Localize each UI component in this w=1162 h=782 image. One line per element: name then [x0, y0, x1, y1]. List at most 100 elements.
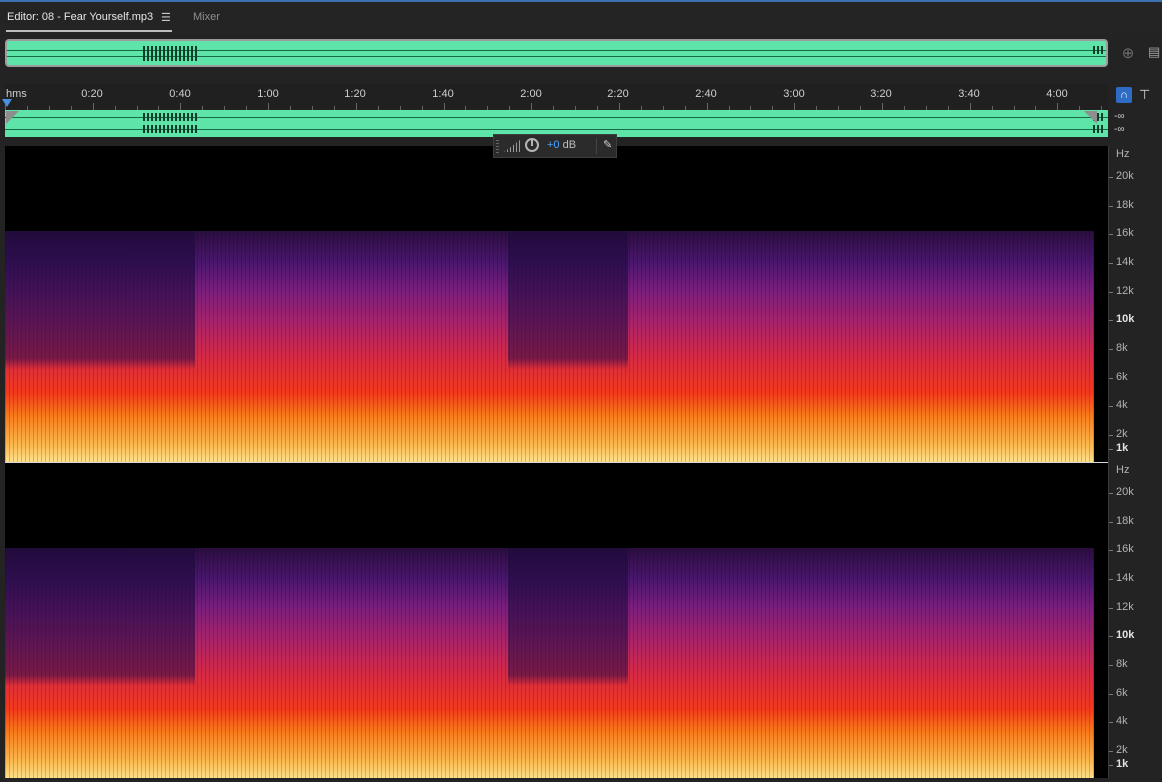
pin-icon[interactable]: ✎	[603, 138, 612, 151]
freq-tick	[1109, 765, 1113, 766]
track-wave-burst	[143, 125, 199, 133]
hamburger-menu-icon[interactable]: ☰	[161, 11, 171, 24]
freq-tick	[1109, 206, 1113, 207]
time-ruler[interactable]: hms 0:20 0:40 1:00 1:20 1:40 2:00 2:20 2…	[5, 84, 1108, 110]
magnet-snap-icon[interactable]: ∩	[1116, 87, 1132, 103]
freq-label: 10k	[1116, 313, 1135, 325]
zoom-crosshair-icon[interactable]: ⊕	[1118, 44, 1138, 62]
ruler-label: 0:20	[81, 88, 103, 100]
freq-tick	[1109, 320, 1113, 321]
freq-tick	[1109, 550, 1113, 551]
hud-volume-value: +0	[547, 139, 560, 151]
spectrogram-channel-1[interactable]	[5, 146, 1108, 462]
freq-tick	[1109, 177, 1113, 178]
freq-label: 6k	[1116, 371, 1128, 383]
freq-label: 14k	[1116, 256, 1134, 268]
track-wave-burst	[1093, 125, 1103, 133]
spectrogram-channel-2[interactable]	[5, 463, 1108, 778]
ruler-tick	[355, 103, 357, 110]
freq-unit-label: Hz	[1116, 148, 1130, 160]
ruler-label: 1:00	[257, 88, 279, 100]
freq-label: 2k	[1116, 744, 1128, 756]
spectrogram-quiet-region	[508, 548, 628, 778]
ruler-tick	[969, 103, 971, 110]
fade-in-handle[interactable]	[6, 111, 19, 124]
ruler-tick	[794, 103, 796, 110]
freq-label: 14k	[1116, 572, 1134, 584]
level-bars-icon	[504, 140, 520, 152]
ruler-label: 1:40	[432, 88, 454, 100]
level-meter-top: -∞	[1114, 111, 1125, 122]
volume-hud[interactable]: +0 dB ✎	[493, 134, 617, 158]
freq-label: 20k	[1116, 486, 1134, 498]
freq-tick	[1109, 665, 1113, 666]
ruler-label: 0:40	[169, 88, 191, 100]
freq-tick	[1109, 234, 1113, 235]
ruler-tick	[443, 103, 445, 110]
ruler-tick	[92, 103, 94, 110]
freq-label: 16k	[1116, 227, 1134, 239]
ruler-tick	[531, 103, 533, 110]
ruler-label: 1:20	[344, 88, 366, 100]
fade-out-handle[interactable]	[1084, 111, 1097, 124]
ruler-label: 4:00	[1046, 88, 1068, 100]
tab-mixer[interactable]: Mixer	[193, 11, 220, 23]
freq-label: 16k	[1116, 543, 1134, 555]
ruler-label: 3:00	[783, 88, 805, 100]
freq-label: 8k	[1116, 342, 1128, 354]
freq-tick	[1109, 522, 1113, 523]
hud-volume-unit: dB	[562, 139, 577, 151]
spectrogram-quiet-region	[5, 548, 195, 778]
tab-bar: Editor: 08 - Fear Yourself.mp3 ☰ Mixer	[0, 0, 1162, 34]
ruler-tick	[706, 103, 708, 110]
freq-label: 20k	[1116, 170, 1134, 182]
hud-volume-readout[interactable]: +0 dB	[547, 139, 576, 151]
frequency-axis-channel-2: Hz 20k 18k 16k 14k 12k 10k 8k 6k 4k 2k 1…	[1108, 462, 1162, 778]
freq-unit-label: Hz	[1116, 464, 1130, 476]
freq-tick	[1109, 449, 1113, 450]
panel-menu-icon[interactable]: ▤	[1148, 44, 1162, 62]
overview-wave-burst	[1093, 46, 1103, 54]
ruler-label: 3:20	[870, 88, 892, 100]
overview-wave-burst	[143, 53, 198, 61]
ruler-label: 2:40	[695, 88, 717, 100]
spectrogram-quiet-region	[5, 231, 195, 462]
active-tab-indicator	[6, 30, 172, 32]
freq-tick	[1109, 435, 1113, 436]
freq-tick	[1109, 694, 1113, 695]
freq-label: 4k	[1116, 399, 1128, 411]
freq-label: 8k	[1116, 658, 1128, 670]
marker-pin-icon[interactable]: ⊤	[1139, 87, 1153, 103]
freq-label: 1k	[1116, 758, 1129, 770]
hud-separator	[596, 138, 597, 154]
track-wave-burst	[143, 113, 199, 121]
freq-label: 18k	[1116, 515, 1134, 527]
ruler-tick	[618, 103, 620, 110]
freq-label: 10k	[1116, 629, 1135, 641]
freq-tick	[1109, 406, 1113, 407]
freq-tick	[1109, 636, 1113, 637]
freq-label: 18k	[1116, 199, 1134, 211]
spectrogram-quiet-region	[508, 231, 628, 462]
freq-tick	[1109, 579, 1113, 580]
hud-grip-handle[interactable]	[496, 139, 499, 153]
freq-tick	[1109, 263, 1113, 264]
level-meter-bottom: -∞	[1114, 124, 1125, 135]
freq-label: 1k	[1116, 442, 1129, 454]
overview-waveform[interactable]	[5, 39, 1108, 67]
freq-tick	[1109, 292, 1113, 293]
playhead-indicator[interactable]	[2, 99, 12, 107]
spectrogram-end	[1094, 146, 1108, 462]
ruler-tick	[882, 103, 883, 110]
freq-label: 12k	[1116, 285, 1134, 297]
freq-label: 6k	[1116, 687, 1128, 699]
spectrogram-end	[1094, 463, 1108, 778]
freq-label: 12k	[1116, 601, 1134, 613]
frequency-axis-channel-1: Hz 20k 18k 16k 14k 12k 10k 8k 6k 4k 2k 1…	[1108, 146, 1162, 462]
tab-editor[interactable]: Editor: 08 - Fear Yourself.mp3	[7, 11, 153, 23]
volume-knob[interactable]	[525, 138, 539, 152]
track-waveform[interactable]	[5, 110, 1108, 137]
freq-tick	[1109, 751, 1113, 752]
freq-tick	[1109, 722, 1113, 723]
ruler-tick	[268, 103, 270, 110]
